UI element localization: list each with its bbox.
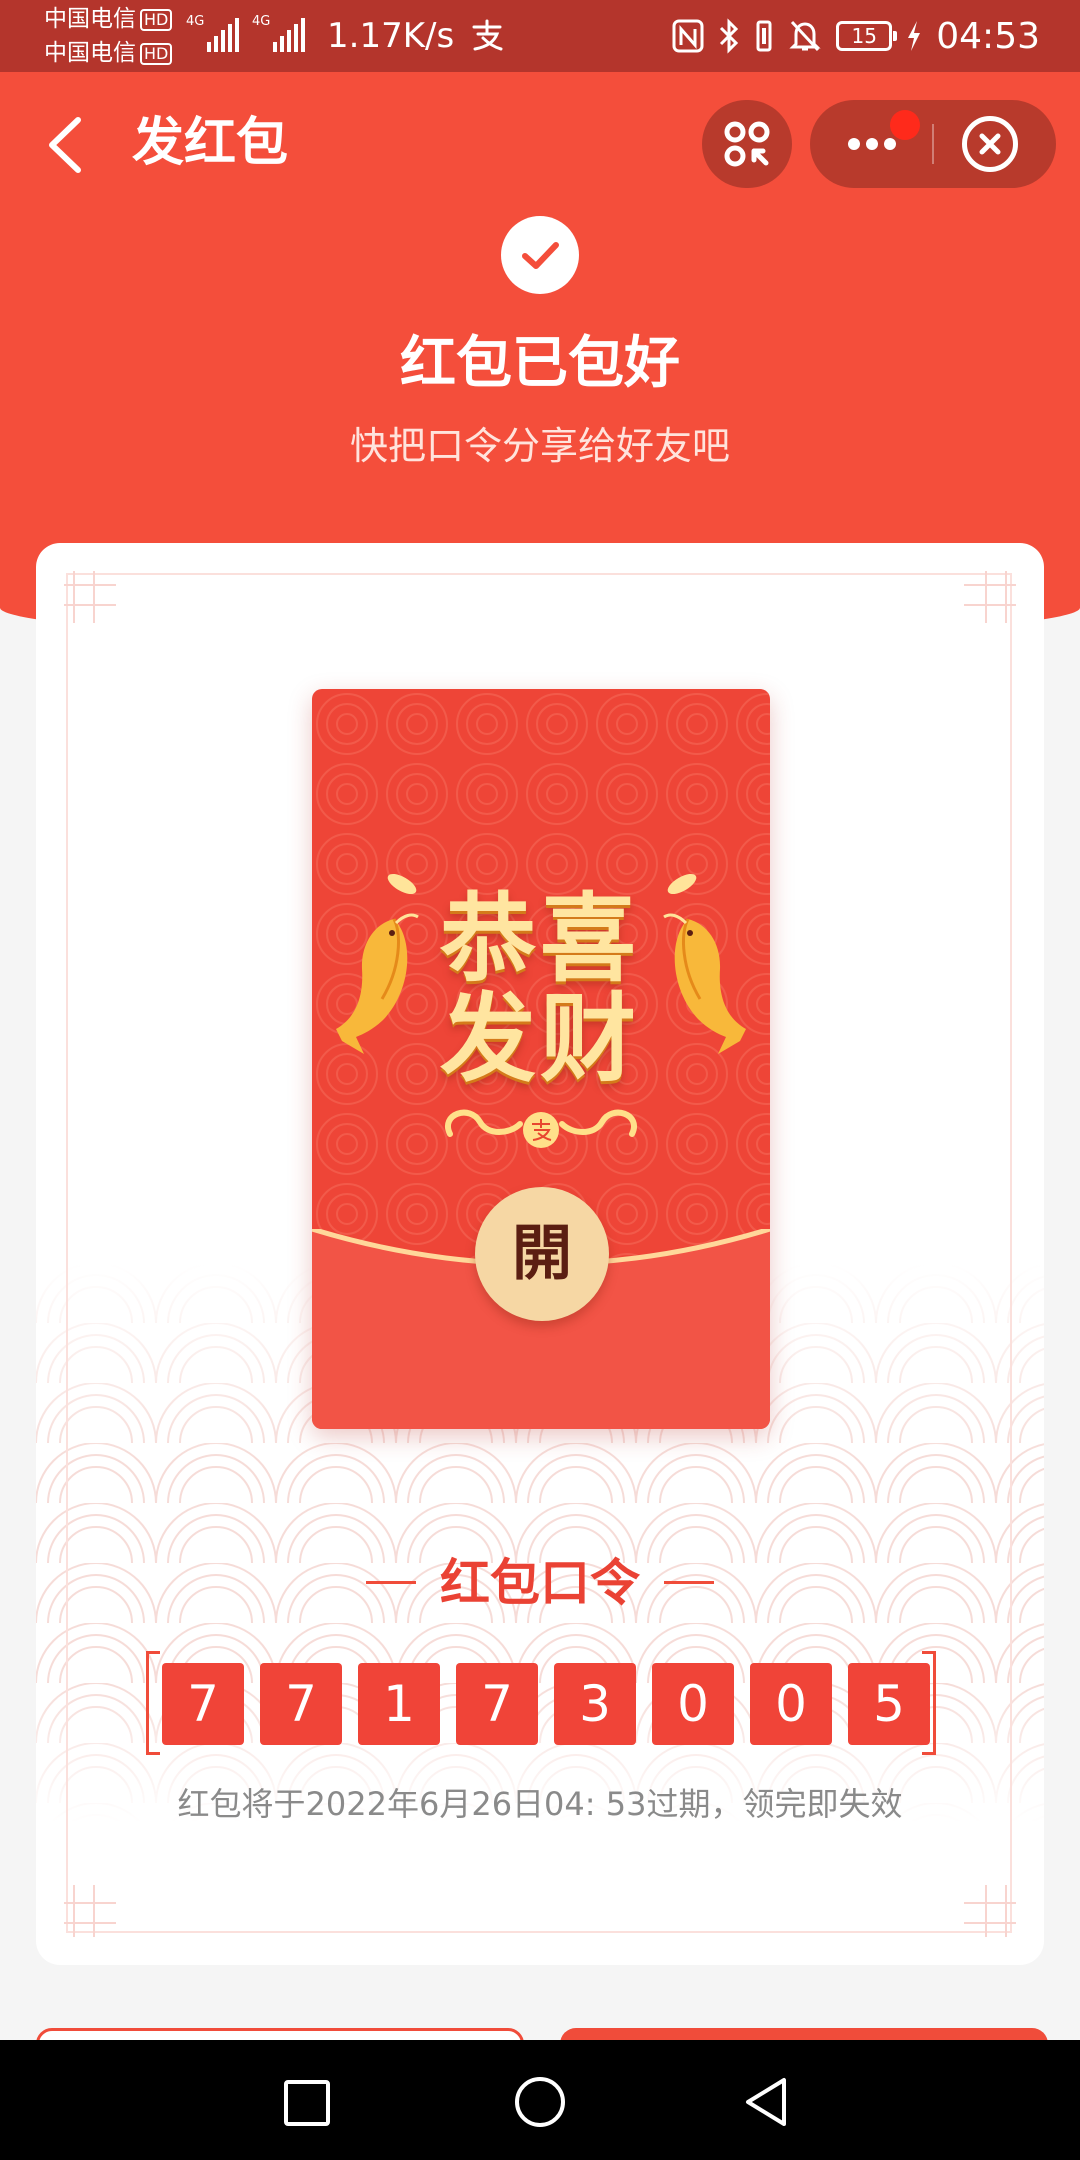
- red-envelope[interactable]: 恭 喜 发 财 開: [312, 689, 770, 1429]
- carrier-2-label: 中国电信: [44, 40, 136, 66]
- chevron-left-icon: [49, 117, 81, 173]
- code-digit: 1: [358, 1663, 440, 1745]
- carrier-1-label: 中国电信: [44, 6, 136, 32]
- greeting-char: 发: [440, 983, 536, 1095]
- system-nav-bar: [0, 2040, 1080, 2160]
- notification-dot: [890, 110, 920, 140]
- nfc-icon: [672, 19, 704, 53]
- net-speed: 1.17K/s: [327, 16, 455, 56]
- more-icon: [848, 138, 860, 150]
- sparkle-icon: [387, 873, 417, 895]
- scan-button[interactable]: [702, 100, 792, 188]
- success-subtitle: 快把口令分享给好友吧: [349, 424, 730, 468]
- divider-dash: [366, 1581, 416, 1584]
- greeting-char: 恭: [440, 883, 536, 995]
- capsule-divider: [932, 124, 934, 164]
- charging-icon: [908, 21, 921, 51]
- code-digits[interactable]: 7 7 1 7 3 0 0 5: [146, 1651, 936, 1755]
- home-icon[interactable]: [512, 2074, 568, 2130]
- battery-icon: 15: [836, 21, 898, 51]
- red-packet-card: 恭 喜 发 财 開 红包口令 7 7 1 7 3 0 0 5 红包将于2022年…: [36, 543, 1044, 1965]
- signal-icon: 4G: [252, 14, 305, 52]
- back-button[interactable]: [40, 110, 90, 180]
- close-icon: [979, 133, 1001, 155]
- hd-badge: HD: [140, 8, 173, 31]
- vibrate-icon: [756, 20, 772, 52]
- corner-ornament: [64, 1885, 116, 1937]
- code-digit: 7: [260, 1663, 342, 1745]
- code-digit: 3: [554, 1663, 636, 1745]
- recent-apps-icon[interactable]: [282, 2078, 332, 2128]
- code-digit: 0: [750, 1663, 832, 1745]
- success-title: 红包已包好: [400, 331, 680, 396]
- carrier-1: 中国电信 HD: [44, 4, 173, 34]
- koi-fish-icon: [663, 913, 746, 1054]
- code-heading-row: 红包口令: [36, 1543, 1044, 1623]
- corner-ornament: [964, 1885, 1016, 1937]
- greeting-art: 恭 喜 发 财: [312, 849, 770, 1169]
- expire-note: 红包将于2022年6月26日04: 53过期，领完即失效: [177, 1785, 903, 1823]
- mute-icon: [789, 20, 821, 52]
- signal-icon: 4G: [186, 14, 239, 52]
- clock: 04:53: [936, 15, 1040, 57]
- page-title: 发红包: [132, 113, 289, 173]
- bracket-left: [146, 1651, 160, 1755]
- success-check-icon: [501, 216, 579, 294]
- cloud-ornament: [445, 1109, 637, 1148]
- back-nav-icon[interactable]: [742, 2074, 792, 2130]
- more-button[interactable]: [810, 100, 932, 188]
- scan-icon: [724, 121, 770, 167]
- code-heading: 红包口令: [440, 1554, 640, 1612]
- code-digit: 7: [162, 1663, 244, 1745]
- divider-dash: [664, 1581, 714, 1584]
- alipay-icon: [470, 18, 504, 60]
- sparkle-icon: [667, 873, 697, 895]
- mini-program-capsule: [810, 100, 1056, 188]
- network-tag: 4G: [252, 14, 271, 29]
- code-digit: 7: [456, 1663, 538, 1745]
- greeting-char: 财: [540, 983, 636, 1095]
- close-button[interactable]: [962, 116, 1018, 172]
- bluetooth-icon: [720, 18, 739, 54]
- koi-fish-icon: [336, 913, 419, 1054]
- greeting-char: 喜: [540, 883, 636, 995]
- status-icons: 15 04:53: [672, 14, 1040, 58]
- carrier-2: 中国电信 HD: [44, 38, 173, 68]
- status-bar: 中国电信 HD 中国电信 HD 4G 4G 1.17K/s 15 04:53: [0, 0, 1080, 72]
- code-digit: 0: [652, 1663, 734, 1745]
- open-button[interactable]: 開: [475, 1187, 609, 1321]
- code-digit: 5: [848, 1663, 930, 1745]
- corner-ornament: [964, 571, 1016, 623]
- network-tag: 4G: [186, 14, 205, 29]
- hd-badge: HD: [140, 42, 173, 65]
- corner-ornament: [64, 571, 116, 623]
